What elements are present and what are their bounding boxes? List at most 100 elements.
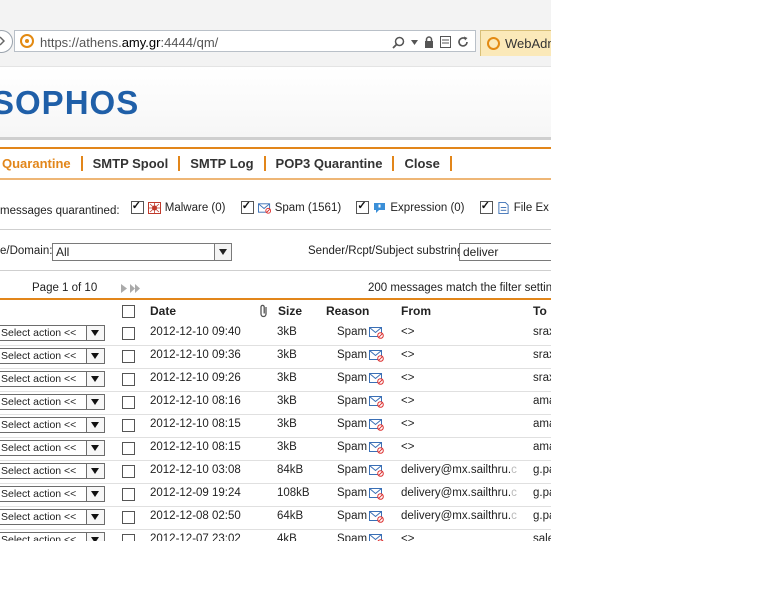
dropdown-icon[interactable] (411, 39, 418, 45)
table-row: Select action << 2012-12-10 03:08 84kB S… (0, 460, 551, 484)
menu-item-close[interactable]: Close (394, 155, 452, 171)
action-select[interactable]: Select action << (0, 532, 105, 541)
row-from-text: delivery@mx.sailthru. (401, 464, 512, 476)
row-checkbox[interactable] (122, 511, 135, 524)
next-page-icon[interactable] (121, 284, 128, 293)
row-checkbox[interactable] (122, 488, 135, 501)
spam-mail-icon[interactable] (369, 372, 384, 385)
browser-toolbar: https://athens.amy.gr:4444/qm/ WebAdm (0, 0, 551, 67)
table-row: Select action << 2012-12-10 08:15 3kB Sp… (0, 414, 551, 438)
spam-mail-icon[interactable] (369, 326, 384, 339)
row-checkbox[interactable] (122, 534, 135, 541)
filter-divider (0, 229, 551, 230)
page-indicator: Page 1 of 10 (32, 282, 98, 294)
row-from-overflow: c (511, 464, 517, 476)
menu-item-pop3-quarantine[interactable]: POP3 Quarantine (266, 155, 395, 171)
app-banner: SOPHOS (0, 67, 551, 137)
action-select[interactable]: Select action << (0, 348, 105, 364)
reason-filter-row: messages quarantined: Malware (0) Spam (… (0, 199, 551, 217)
action-select[interactable]: Select action << (0, 463, 105, 479)
malware-checkbox[interactable] (130, 199, 144, 214)
row-reason: Spam (337, 510, 368, 522)
row-reason: Spam (337, 395, 368, 407)
row-reason: Spam (337, 464, 368, 476)
spam-mail-icon[interactable] (369, 487, 384, 500)
row-reason: Spam (337, 372, 368, 384)
column-size[interactable]: Size (278, 304, 302, 318)
menu-item-smtp-log[interactable]: SMTP Log (180, 155, 266, 171)
row-to: srax (533, 326, 551, 338)
spam-mail-icon[interactable] (369, 395, 384, 408)
chevron-down-icon (86, 418, 104, 432)
table-row: Select action << 2012-12-09 19:24 108kB … (0, 483, 551, 507)
column-date[interactable]: Date (150, 304, 176, 318)
spam-mail-icon[interactable] (369, 441, 384, 454)
row-checkbox[interactable] (122, 396, 135, 409)
expression-checkbox[interactable] (356, 199, 370, 214)
lock-icon[interactable] (424, 36, 434, 48)
chevron-down-icon (86, 510, 104, 524)
action-select[interactable]: Select action << (0, 417, 105, 433)
action-select[interactable]: Select action << (0, 509, 105, 525)
refresh-icon[interactable] (457, 36, 469, 48)
spam-mail-icon[interactable] (369, 510, 384, 523)
search-icon[interactable] (392, 36, 405, 49)
malware-icon (147, 201, 161, 214)
expression-filter: Expression (0) (356, 199, 465, 214)
action-select[interactable]: Select action << (0, 371, 105, 387)
column-reason[interactable]: Reason (326, 304, 369, 318)
action-select[interactable]: Select action << (0, 486, 105, 502)
column-to[interactable]: To (533, 304, 547, 318)
table-row: Select action << 2012-12-10 09:26 3kB Sp… (0, 368, 551, 392)
row-size: 3kB (277, 372, 297, 384)
row-checkbox[interactable] (122, 442, 135, 455)
row-checkbox[interactable] (122, 350, 135, 363)
last-page-icon[interactable] (130, 284, 140, 293)
forward-arrow-icon (0, 36, 5, 46)
row-to: sale (533, 533, 551, 541)
substring-input[interactable]: deliver (459, 243, 551, 261)
row-to: g.pa (533, 464, 551, 476)
address-bar[interactable]: https://athens.amy.gr:4444/qm/ (14, 30, 476, 52)
spam-mail-icon[interactable] (369, 533, 384, 541)
spam-checkbox[interactable] (240, 199, 254, 214)
row-date: 2012-12-08 02:50 (150, 510, 241, 522)
table-row: Select action << 2012-12-07 23:02 4kB Sp… (0, 529, 551, 541)
row-from: <> (401, 418, 415, 430)
column-from[interactable]: From (401, 304, 431, 318)
action-select-value: Select action << (1, 465, 77, 477)
file-extension-filter: File Ex (479, 199, 549, 214)
spam-mail-icon[interactable] (369, 349, 384, 362)
row-to: ama (533, 441, 551, 453)
action-select[interactable]: Select action << (0, 394, 105, 410)
row-date: 2012-12-10 09:40 (150, 326, 241, 338)
row-checkbox[interactable] (122, 327, 135, 340)
action-select[interactable]: Select action << (0, 325, 105, 341)
malware-label: Malware (0) (164, 201, 226, 214)
chevron-down-icon (214, 244, 231, 260)
table-row: Select action << 2012-12-10 08:16 3kB Sp… (0, 391, 551, 415)
spam-mail-icon[interactable] (369, 418, 384, 431)
row-size: 3kB (277, 441, 297, 453)
row-size: 4kB (277, 533, 297, 541)
row-checkbox[interactable] (122, 419, 135, 432)
compatibility-icon[interactable] (440, 36, 451, 48)
row-date: 2012-12-10 08:15 (150, 441, 241, 453)
action-select[interactable]: Select action << (0, 440, 105, 456)
row-checkbox[interactable] (122, 373, 135, 386)
row-size: 3kB (277, 349, 297, 361)
spam-mail-icon[interactable] (369, 464, 384, 477)
row-to: srax (533, 349, 551, 361)
domain-select[interactable]: All (52, 243, 232, 261)
file-extension-checkbox[interactable] (479, 199, 493, 214)
menu-item-smtp-spool[interactable]: SMTP Spool (83, 155, 181, 171)
select-all-checkbox[interactable] (122, 305, 135, 318)
menu-item-quarantine[interactable]: Quarantine (2, 155, 83, 171)
row-checkbox[interactable] (122, 465, 135, 478)
attachment-icon (260, 304, 267, 318)
browser-tab[interactable]: WebAdm (480, 30, 551, 56)
row-date: 2012-12-10 09:36 (150, 349, 241, 361)
substring-input-value: deliver (463, 245, 499, 259)
forward-button[interactable] (0, 30, 13, 53)
table-row: Select action << 2012-12-10 09:36 3kB Sp… (0, 345, 551, 369)
